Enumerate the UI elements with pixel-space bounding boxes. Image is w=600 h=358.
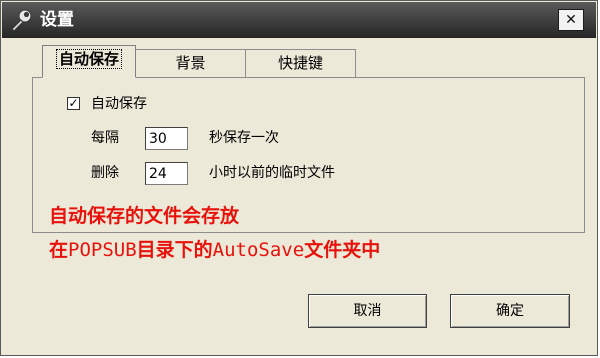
check-mark-icon: ✓ [68, 96, 79, 110]
autosave-checkbox-label[interactable]: 自动保存 [91, 95, 147, 113]
tab-shortcuts[interactable]: 快捷键 [245, 49, 356, 77]
button-label: 取消 [353, 303, 382, 319]
close-button[interactable]: ✕ [558, 9, 584, 31]
note-folder-name: POPSUB [68, 239, 137, 261]
tab-label: 自动保存 [55, 49, 122, 69]
interval-seconds-input[interactable] [145, 127, 188, 150]
title-bar[interactable]: 设置 ✕ [2, 2, 596, 38]
tab-background[interactable]: 背景 [135, 49, 246, 77]
tab-label: 背景 [175, 54, 206, 72]
ok-button[interactable]: 确定 [450, 294, 570, 328]
cancel-button[interactable]: 取消 [308, 294, 427, 328]
close-icon: ✕ [565, 12, 577, 28]
autosave-checkbox[interactable]: ✓ [67, 97, 80, 110]
tab-label: 快捷键 [277, 54, 323, 72]
note-text: 自动保存的文件会存放 [49, 205, 240, 227]
interval-prefix-label: 每隔 [91, 130, 119, 146]
settings-dialog: 设置 ✕ 自动保存 背景 快捷键 ✓ 自动保存 每隔 秒保存一次 删除 小时以前… [0, 0, 598, 356]
note-text: 在 [49, 239, 69, 261]
delete-hours-input[interactable] [145, 162, 188, 185]
note-text: 文件夹中 [304, 239, 381, 261]
interval-suffix-label: 秒保存一次 [209, 130, 279, 146]
delete-suffix-label: 小时以前的临时文件 [209, 165, 335, 181]
delete-prefix-label: 删除 [91, 165, 119, 181]
dialog-body: 自动保存 背景 快捷键 ✓ 自动保存 每隔 秒保存一次 删除 小时以前的临时文件… [2, 38, 596, 354]
note-text: 目录下的 [136, 239, 213, 261]
autosave-note-line2: 在POPSUB目录下的AutoSave文件夹中 [49, 237, 380, 263]
tab-autosave[interactable]: 自动保存 [42, 45, 136, 78]
button-label: 确定 [496, 303, 524, 319]
autosave-note-line1: 自动保存的文件会存放 [49, 203, 239, 229]
window-title: 设置 [40, 10, 74, 30]
wrench-icon [11, 9, 32, 32]
note-folder-name: AutoSave [212, 239, 305, 261]
